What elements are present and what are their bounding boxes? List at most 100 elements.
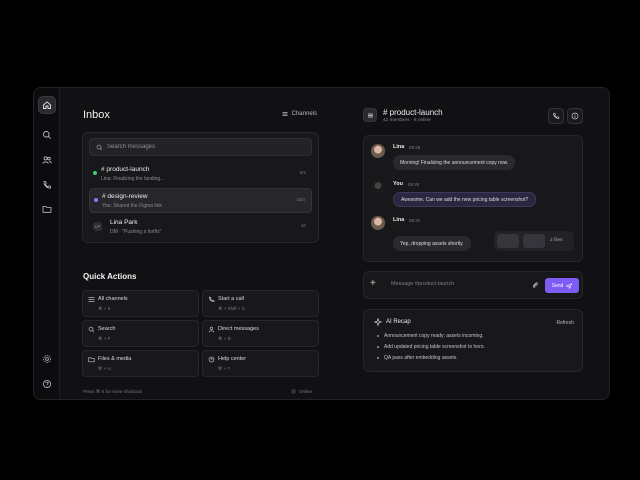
- channels-link-label: Channels: [291, 111, 317, 117]
- message-author: You: [393, 181, 403, 187]
- status-label: Online: [299, 389, 313, 394]
- inbox-title: Inbox: [83, 109, 110, 121]
- message-composer: + Send: [363, 271, 583, 299]
- menu-icon: [367, 113, 373, 117]
- recap-list: Announcement copy ready; assets incoming…: [377, 333, 485, 366]
- add-attachment-button[interactable]: +: [370, 278, 376, 289]
- search-box: [89, 138, 312, 156]
- message-bubble: Morning! Finalizing the announcement cop…: [393, 155, 516, 170]
- message-author: Lina: [393, 217, 405, 223]
- list-item: Add updated pricing table screenshot to …: [377, 344, 485, 355]
- list-item: Announcement copy ready; assets incoming…: [377, 333, 485, 344]
- quick-action-start-call[interactable]: Start a call ⌘ + Shift + C: [202, 290, 319, 317]
- attachment-count: 2 files: [550, 238, 563, 243]
- refresh-button[interactable]: Refresh: [556, 320, 574, 326]
- conversation-preview: DM · "Pushing a hotfix": [110, 229, 162, 235]
- conversation-name: Lina Park: [110, 219, 138, 226]
- shortcut-hint: Press ⌘ K for more shortcuts: [83, 389, 143, 394]
- phone-icon: [209, 296, 215, 302]
- message-author: Lina: [393, 144, 405, 150]
- message-bubble: Yep, dropping assets shortly.: [393, 236, 471, 251]
- conversation-preview: Lina: Finalizing the landing...: [101, 176, 165, 182]
- attachment-thumbnail[interactable]: [497, 234, 519, 248]
- send-button-label: Send: [551, 282, 564, 289]
- users-icon: [42, 156, 52, 164]
- channel-meta: 42 members · 6 online: [383, 118, 431, 123]
- channels-link[interactable]: Channels: [282, 111, 317, 117]
- quick-action-label: Files & media: [98, 356, 132, 362]
- channel-menu-button[interactable]: [363, 108, 377, 122]
- search-icon: [96, 144, 103, 150]
- rail-calls-button[interactable]: [38, 176, 56, 194]
- quick-action-direct-messages[interactable]: Direct messages ⌘ + D: [202, 320, 319, 347]
- search-icon: [88, 326, 95, 333]
- user-icon: [208, 326, 215, 333]
- search-input[interactable]: [107, 144, 297, 150]
- quick-action-shortcut: ⌘ + ?: [218, 366, 231, 371]
- avatar: [371, 216, 385, 230]
- info-icon: [571, 112, 579, 120]
- list-item: QA pass after embedding assets.: [377, 355, 485, 366]
- quick-action-label: Help center: [218, 356, 247, 362]
- rail-users-button[interactable]: [38, 151, 56, 169]
- folder-icon: [88, 357, 95, 363]
- quick-action-help-center[interactable]: Help center ⌘ + ?: [202, 350, 319, 377]
- sparkle-icon: [374, 318, 382, 326]
- quick-action-shortcut: ⌘ + U: [98, 366, 111, 371]
- conversation-product-launch[interactable]: # product-launch Lina: Finalizing the la…: [89, 162, 312, 187]
- avatar: [371, 144, 385, 158]
- inbox-panel: Inbox Channels # product-launch Lina: Fi…: [82, 102, 319, 394]
- quick-action-shortcut: ⌘ + K: [98, 306, 111, 311]
- help-icon: [208, 356, 215, 363]
- message-input[interactable]: [391, 281, 531, 287]
- conversation-design-review[interactable]: # design-review You: Shared the Figma li…: [89, 188, 312, 213]
- ai-recap-card: AI Recap Refresh Announcement copy ready…: [363, 309, 583, 372]
- help-icon: [43, 380, 51, 388]
- quick-action-label: All channels: [98, 296, 128, 302]
- rail-files-button[interactable]: [38, 200, 56, 218]
- ai-recap-title: AI Recap: [386, 319, 411, 325]
- quick-action-all-channels[interactable]: All channels ⌘ + K: [82, 290, 199, 317]
- quick-action-label: Search: [98, 326, 116, 332]
- quick-action-files-media[interactable]: Files & media ⌘ + U: [82, 350, 199, 377]
- avatar: LP: [93, 222, 102, 231]
- mention-dot: [94, 198, 98, 202]
- rail-help-button[interactable]: [38, 375, 56, 393]
- unread-dot: [93, 171, 97, 175]
- rail-home-button[interactable]: [38, 96, 56, 114]
- rail-settings-button[interactable]: [38, 350, 56, 368]
- presence-status[interactable]: Online: [291, 389, 312, 394]
- home-icon: [43, 101, 51, 109]
- quick-action-shortcut: ⌘ + F: [98, 336, 111, 341]
- message-time: 09:30: [408, 182, 420, 187]
- attachment-thumbnail[interactable]: [523, 234, 545, 248]
- message-time: 09:28: [409, 145, 421, 150]
- conversation-preview: You: Shared the Figma link: [102, 203, 162, 209]
- paperclip-icon[interactable]: [531, 281, 539, 290]
- folder-icon: [42, 206, 52, 213]
- call-button[interactable]: [548, 108, 564, 124]
- inbox-header: Inbox Channels: [82, 102, 319, 126]
- conversation-name: # product-launch: [101, 166, 150, 173]
- send-icon: [566, 282, 573, 289]
- conversation-time: 1h: [300, 223, 306, 228]
- attachment-group[interactable]: 2 files: [494, 231, 574, 251]
- conversation-time: 2m: [299, 170, 306, 175]
- quick-action-shortcut: ⌘ + D: [218, 336, 231, 341]
- message-bubble: Awesome. Can we add the new pricing tabl…: [393, 192, 537, 207]
- channel-info-button[interactable]: [567, 108, 583, 124]
- nav-rail: [34, 88, 60, 399]
- message-list: Lina 09:28 Morning! Finalizing the annou…: [363, 135, 583, 262]
- phone-icon: [553, 112, 560, 119]
- rail-search-button[interactable]: [38, 126, 56, 144]
- quick-actions-title: Quick Actions: [83, 272, 137, 281]
- quick-action-search[interactable]: Search ⌘ + F: [82, 320, 199, 347]
- send-button[interactable]: Send: [545, 278, 579, 293]
- message-time: 09:31: [409, 218, 421, 223]
- conversation-lina-park[interactable]: LP Lina Park DM · "Pushing a hotfix" 1h: [89, 215, 312, 240]
- avatar: [371, 180, 385, 194]
- list-icon: [282, 112, 288, 116]
- gear-icon: [43, 355, 51, 363]
- conversation-time: 15m: [296, 197, 305, 202]
- channel-name: # product-launch: [383, 108, 443, 117]
